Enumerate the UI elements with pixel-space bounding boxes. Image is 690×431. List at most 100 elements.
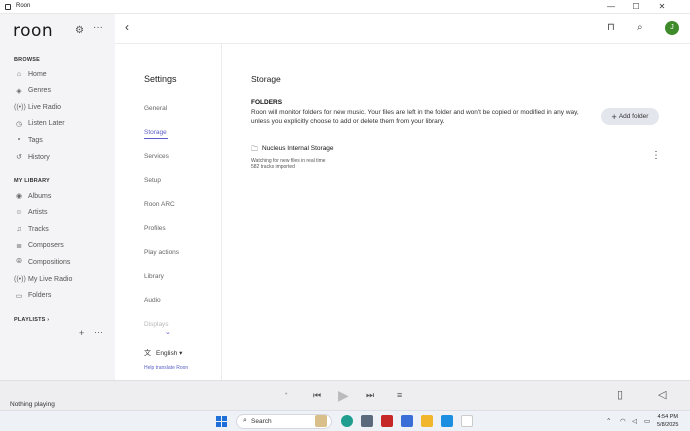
add-folder-label: Add folder (618, 113, 649, 120)
folder-row[interactable]: 🗀 Nucleus Internal Storage Watching for … (251, 144, 663, 172)
add-playlist-icon[interactable]: + (79, 328, 84, 338)
hidden-icons-chevron-icon[interactable]: ⌃ (606, 417, 611, 425)
more-icon[interactable]: ··· (93, 22, 103, 33)
sidebar-item-my-live-radio[interactable]: ((•)) My Live Radio (14, 273, 109, 285)
sidebar-item-home[interactable]: ⌂ Home (14, 68, 109, 80)
home-icon: ⌂ (16, 70, 22, 78)
compositions-icon: ⦾ (16, 258, 22, 266)
tab-library[interactable]: Library (144, 273, 164, 280)
tracks-icon: ♫ (16, 225, 22, 233)
sidebar-item-label: Tracks (28, 225, 49, 233)
tab-displays[interactable]: Displays (144, 321, 169, 328)
folders-heading: FOLDERS (251, 99, 283, 106)
sidebar: roon ⚙ ··· BROWSE ⌂ Home ◈ Genres ((•)) Live … (0, 14, 115, 380)
back-button[interactable]: ‹ (125, 20, 129, 34)
tab-storage[interactable]: Storage (144, 129, 167, 136)
my-live-radio-icon: ((•)) (14, 275, 26, 283)
tab-services[interactable]: Services (144, 153, 169, 160)
tab-play-actions[interactable]: Play actions (144, 249, 179, 256)
dropbox-icon[interactable] (441, 415, 453, 427)
clock-date: 5/8/2025 (657, 422, 679, 428)
tab-roon-arc[interactable]: Roon ARC (144, 201, 175, 208)
live-radio-icon: ((•)) (14, 103, 26, 111)
sidebar-item-folders[interactable]: ▭ Folders (14, 290, 109, 302)
roon-app-icon (5, 4, 11, 10)
sidebar-item-listen-later[interactable]: ◷ Listen Later (14, 118, 109, 130)
sidebar-item-albums[interactable]: ◉ Albums (14, 190, 109, 202)
widgets-icon[interactable] (315, 415, 327, 427)
wifi-icon[interactable]: ◠ (620, 417, 626, 425)
mcafee-icon[interactable] (381, 415, 393, 427)
page-title: Storage (251, 74, 281, 84)
player-bar: Nothing playing • ⏮ ▶ ⏭ ≡ ▯ ◁ (0, 380, 690, 410)
calculator-icon[interactable] (361, 415, 373, 427)
previous-track-icon[interactable]: ⏮ (313, 390, 321, 401)
sidebar-item-label: Composers (28, 242, 64, 250)
file-explorer-blue-icon[interactable] (401, 415, 413, 427)
clock-time: 4:54 PM (657, 414, 678, 420)
history-icon: ↺ (16, 154, 22, 161)
listen-later-icon: ◷ (15, 120, 23, 128)
zone-speaker-icon[interactable]: ▯ (617, 388, 623, 401)
sidebar-item-label: Folders (28, 292, 52, 300)
windows-start-icon[interactable] (216, 416, 227, 427)
speaker-tray-icon[interactable]: ◁ (632, 417, 637, 425)
folders-icon: ▭ (15, 292, 23, 300)
sidebar-item-label: Albums (28, 192, 52, 200)
sidebar-item-live-radio[interactable]: ((•)) Live Radio (14, 101, 109, 113)
edge-icon[interactable] (341, 415, 353, 427)
taskbar: ⌕ Search ⌃ ◠ ◁ ▭ 4:54 PM 5/8/2025 (0, 410, 690, 431)
maximize-button[interactable]: ☐ (625, 1, 647, 13)
folder-track-count: 582 tracks imported (251, 164, 295, 170)
play-icon[interactable]: ▶ (338, 387, 349, 404)
bookmark-icon[interactable]: ⊓ (607, 22, 615, 33)
avatar[interactable]: J (665, 21, 679, 35)
main-header: ‹ ⊓ ⌕ J (115, 14, 690, 44)
roon-taskbar-icon[interactable] (461, 415, 473, 427)
sidebar-item-artists[interactable]: ☺ Artists (14, 207, 109, 219)
sidebar-item-genres[interactable]: ◈ Genres (14, 85, 109, 97)
sidebar-item-label: Tags (28, 136, 43, 144)
tab-profiles[interactable]: Profiles (144, 225, 166, 232)
sidebar-item-label: History (28, 153, 50, 161)
search-icon: ⌕ (243, 417, 247, 424)
sidebar-item-label: My Live Radio (28, 275, 73, 283)
add-folder-button[interactable]: + Add folder (601, 108, 659, 125)
taskbar-clock[interactable]: 4:54 PM 5/8/2025 (657, 413, 678, 429)
playlists-heading[interactable]: PLAYLISTS › (14, 317, 49, 323)
sidebar-item-history[interactable]: ↺ History (14, 151, 109, 163)
language-selector[interactable]: 文 English ▾ (144, 348, 182, 358)
sidebar-item-label: Home (28, 70, 47, 78)
sidebar-item-tags[interactable]: ⬩ Tags (14, 134, 109, 146)
close-button[interactable]: ✕ (651, 1, 673, 13)
taskbar-search-label: Search (251, 418, 272, 425)
tab-audio[interactable]: Audio (144, 297, 161, 304)
storage-content: Storage FOLDERS Roon will monitor folder… (222, 44, 690, 380)
queue-icon[interactable]: ≡ (397, 390, 402, 400)
roon-logo[interactable]: roon (13, 21, 53, 41)
battery-icon[interactable]: ▭ (644, 417, 650, 425)
search-icon[interactable]: ⌕ (637, 22, 643, 33)
tab-setup[interactable]: Setup (144, 177, 161, 184)
volume-icon[interactable]: ◁ (658, 388, 666, 401)
file-explorer-icon[interactable] (421, 415, 433, 427)
folder-name: Nucleus Internal Storage (262, 145, 334, 152)
minimize-button[interactable]: — (600, 1, 622, 13)
albums-icon: ◉ (15, 193, 23, 200)
tab-general[interactable]: General (144, 105, 167, 112)
sidebar-item-composers[interactable]: ≣ Composers (14, 240, 109, 252)
library-heading: MY LIBRARY (14, 178, 50, 184)
folder-menu-icon[interactable]: ⋮ (651, 150, 661, 161)
sidebar-item-compositions[interactable]: ⦾ Compositions (14, 256, 109, 268)
next-track-icon[interactable]: ⏭ (366, 390, 374, 401)
window-title: Roon (16, 3, 31, 9)
help-translate-link[interactable]: Help translate Roon (144, 365, 188, 371)
composers-icon: ≣ (16, 242, 22, 250)
gear-icon[interactable]: ⚙ (75, 25, 84, 36)
now-playing-text: Nothing playing (10, 401, 55, 408)
dot-indicator-icon: • (285, 391, 288, 398)
chevron-down-icon[interactable]: ⌄ (165, 328, 171, 336)
sidebar-item-tracks[interactable]: ♫ Tracks (14, 223, 109, 235)
playlists-more-icon[interactable]: ··· (94, 327, 103, 337)
active-tab-underline (144, 138, 168, 139)
